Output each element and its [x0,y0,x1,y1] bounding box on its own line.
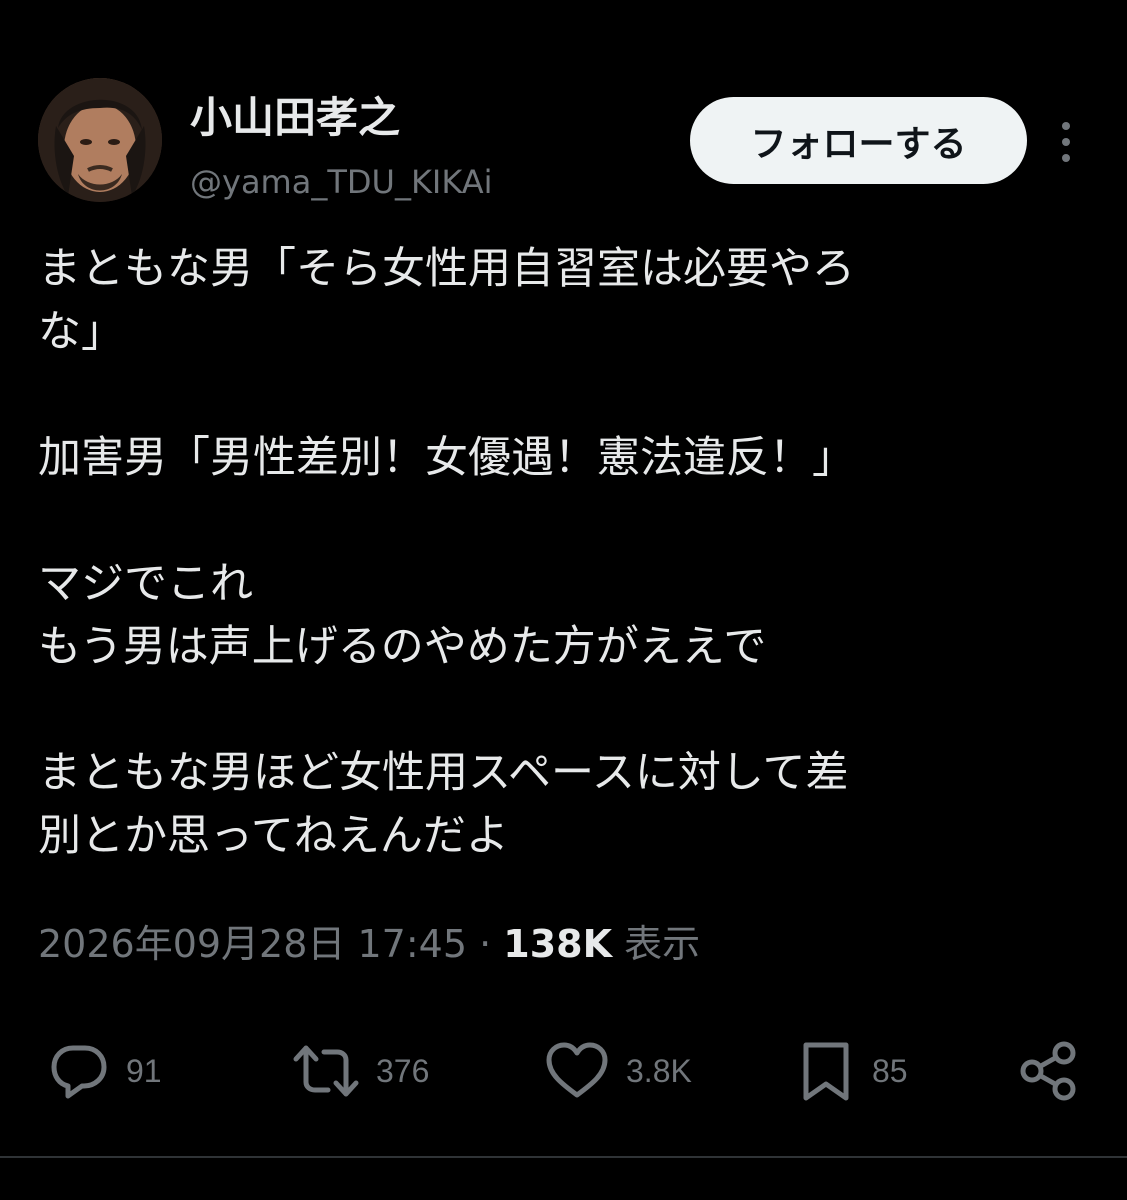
views-label: 表示 [624,922,701,966]
share-icon [1020,1041,1076,1101]
tweet-paragraph: まともな男ほど女性用スペースに対して差 別とか思ってねえんだよ [38,748,849,861]
tweet-paragraph: マジでこれ もう男は声上げるのやめた方がええで [38,559,767,672]
tweet-detail: 小山田孝之 @yama_TDU_KIKAi フォローする まともな男「そら女性用… [0,0,1127,1200]
reply-button[interactable]: 91 [48,1036,162,1106]
repost-count: 376 [376,1052,430,1089]
avatar[interactable] [38,78,162,202]
tweet-paragraph: まともな男「そら女性用自習室は必要やろ な」 [38,244,855,357]
like-count: 3.8K [626,1052,692,1089]
tweet-meta: 2026年09月28日 17:45 · 138K 表示 [38,918,700,970]
action-bar: 91 376 3.8K 85 [38,1036,1088,1106]
bookmark-button[interactable]: 85 [796,1036,908,1106]
share-button[interactable] [1016,1036,1080,1106]
divider [0,1156,1127,1158]
repost-icon [293,1045,359,1097]
heart-icon [546,1042,608,1098]
display-name[interactable]: 小山田孝之 [190,92,400,144]
views-count: 138K [503,922,613,966]
meta-separator: · [479,922,492,966]
repost-button[interactable]: 376 [292,1036,429,1106]
timestamp[interactable]: 2026年09月28日 17:45 [38,922,467,966]
tweet-header: 小山田孝之 @yama_TDU_KIKAi フォローする [38,78,1098,208]
profile-photo-icon [38,78,162,202]
user-handle[interactable]: @yama_TDU_KIKAi [190,162,493,202]
tweet-text: まともな男「そら女性用自習室は必要やろ な」 加害男「男性差別！女優遇！憲法違反… [38,238,1088,868]
reply-count: 91 [126,1052,162,1089]
like-button[interactable]: 3.8K [544,1036,692,1106]
bookmark-count: 85 [872,1052,908,1089]
divider [38,1010,1088,1011]
follow-button[interactable]: フォローする [690,97,1027,184]
more-dots-vertical-icon[interactable] [1053,118,1079,166]
reply-bubble-icon [51,1045,107,1099]
tweet-paragraph: 加害男「男性差別！女優遇！憲法違反！」 [38,433,855,483]
bookmark-icon [803,1042,849,1101]
